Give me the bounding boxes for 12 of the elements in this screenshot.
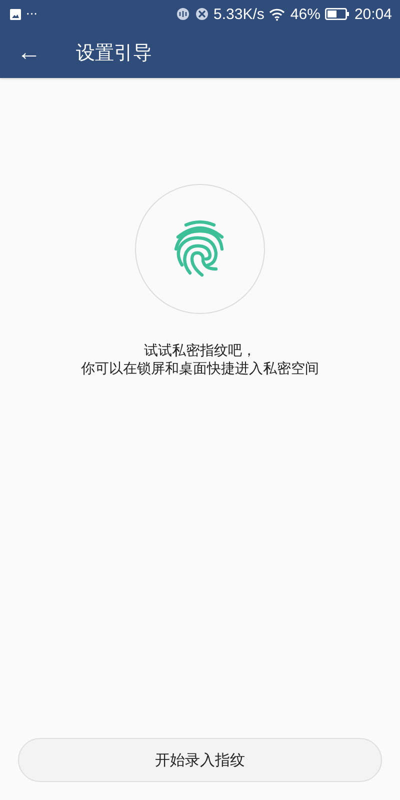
message-text: 你可以在锁屏和桌面快捷进入私密空间: [81, 360, 319, 378]
back-button[interactable]: ←: [16, 41, 42, 65]
clock: 20:04: [354, 6, 392, 22]
battery-icon: [325, 8, 350, 20]
message-text: 试试私密指纹吧，: [143, 342, 257, 360]
more-indicator: ···: [26, 7, 38, 21]
start-enroll-button[interactable]: 开始录入指纹: [18, 738, 382, 782]
network-speed: 5.33K/s: [214, 6, 264, 22]
battery-percent: 46%: [290, 6, 320, 22]
wifi-icon: [269, 8, 286, 20]
image-icon: [10, 8, 21, 20]
page-title: 设置引导: [76, 41, 152, 66]
